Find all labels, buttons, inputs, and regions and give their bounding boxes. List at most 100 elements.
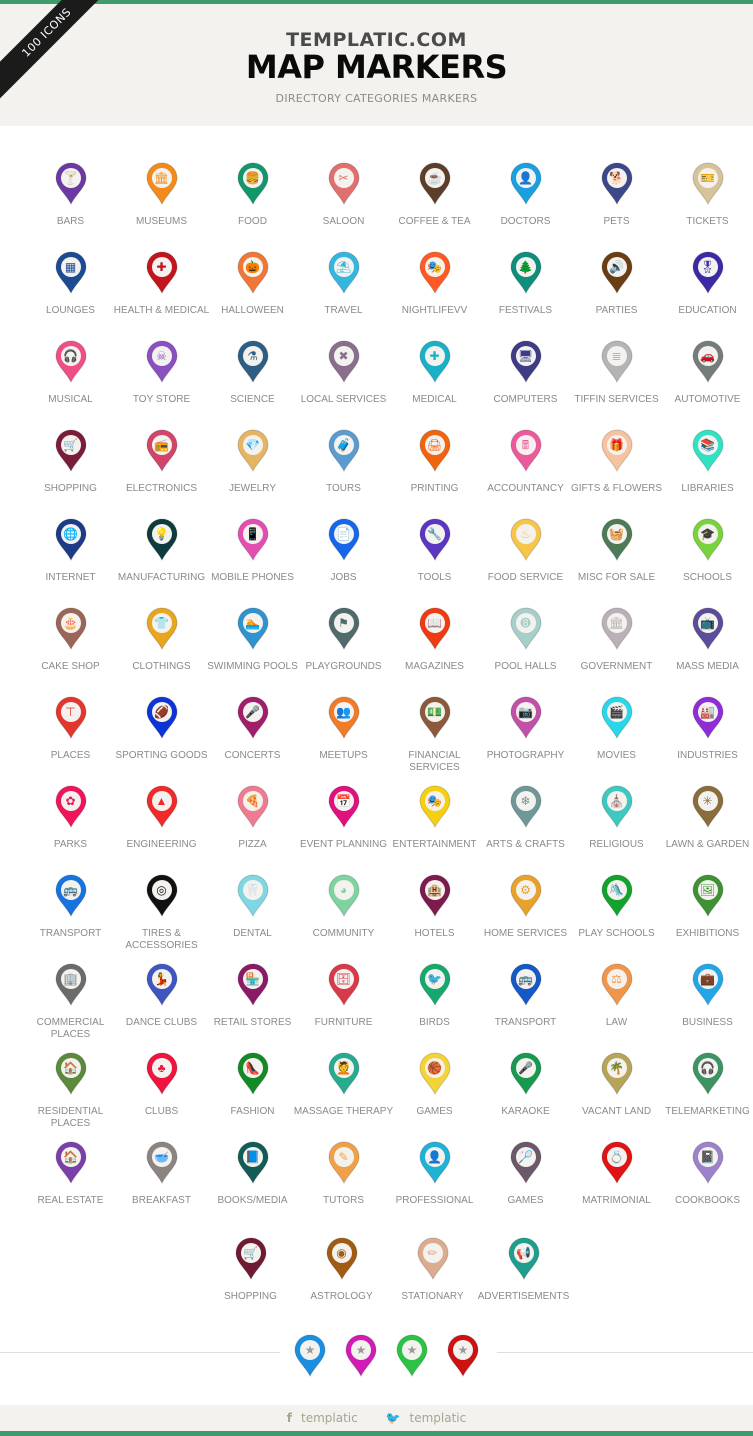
marker-item[interactable]: 🖩 ACCOUNTANCY bbox=[480, 425, 571, 514]
marker-item[interactable]: 🍸 BARS bbox=[25, 158, 116, 247]
marker-item[interactable]: 👥 MEETUPS bbox=[298, 692, 389, 781]
marker-item[interactable]: ⚑ PLAYGROUNDS bbox=[298, 603, 389, 692]
marker-item[interactable]: 🏛 MUSEUMS bbox=[116, 158, 207, 247]
marker-item[interactable]: ▲ ENGINEERING bbox=[116, 781, 207, 870]
marker-item[interactable]: ✚ HEALTH & MEDICAL bbox=[114, 247, 209, 336]
marker-item[interactable]: 🧳 TOURS bbox=[298, 425, 389, 514]
marker-item[interactable]: 🛒 SHOPPING bbox=[25, 425, 116, 514]
marker-item[interactable]: ▦ LOUNGES bbox=[25, 247, 116, 336]
marker-item[interactable]: 💵 FINANCIAL SERVICES bbox=[389, 692, 480, 781]
marker-item[interactable]: 🏢 COMMERCIAL PLACES bbox=[25, 959, 116, 1048]
marker-item[interactable]: 🎧 TELEMARKETING bbox=[662, 1048, 753, 1137]
marker-item[interactable]: ✖ LOCAL SERVICES bbox=[298, 336, 389, 425]
marker-item[interactable]: ☕ COFFEE & TEA bbox=[389, 158, 480, 247]
marker-item[interactable]: 🎃 HALLOWEEN bbox=[207, 247, 298, 336]
marker-item[interactable]: 🏸 GAMES bbox=[480, 1137, 571, 1226]
marker-item[interactable]: 🏊 SWIMMING POOLS bbox=[207, 603, 298, 692]
marker-item[interactable]: 🗄 FURNITURE bbox=[298, 959, 389, 1048]
sample-pin[interactable]: ★ bbox=[344, 1333, 378, 1377]
marker-item[interactable]: 🥣 BREAKFAST bbox=[116, 1137, 207, 1226]
marker-item[interactable]: ⚙ HOME SERVICES bbox=[480, 870, 571, 959]
marker-item[interactable]: 📱 MOBILE PHONES bbox=[207, 514, 298, 603]
marker-item[interactable]: 🎭 ENTERTAINMENT bbox=[389, 781, 480, 870]
sample-pin[interactable]: ★ bbox=[293, 1333, 327, 1377]
marker-item[interactable]: ☠ TOY STORE bbox=[116, 336, 207, 425]
marker-item[interactable]: ➑ POOL HALLS bbox=[480, 603, 571, 692]
marker-item[interactable]: 🎖 EDUCATION bbox=[662, 247, 753, 336]
marker-item[interactable]: 🏠 REAL ESTATE bbox=[25, 1137, 116, 1226]
marker-item[interactable]: 🎭 NIGHTLIFEVV bbox=[389, 247, 480, 336]
marker-item[interactable]: 🎁 GIFTS & FLOWERS bbox=[571, 425, 662, 514]
marker-item[interactable]: 👤 DOCTORS bbox=[480, 158, 571, 247]
marker-item[interactable]: 📺 MASS MEDIA bbox=[662, 603, 753, 692]
marker-item[interactable]: 💼 BUSINESS bbox=[662, 959, 753, 1048]
marker-item[interactable]: ⊤ PLACES bbox=[25, 692, 116, 781]
marker-item[interactable]: 📷 PHOTOGRAPHY bbox=[480, 692, 571, 781]
marker-item[interactable]: ✂ SALOON bbox=[298, 158, 389, 247]
marker-item[interactable]: 📓 COOKBOOKS bbox=[662, 1137, 753, 1226]
marker-item[interactable]: 👤 PROFESSIONAL bbox=[389, 1137, 480, 1226]
marker-item[interactable]: 🧺 MISC FOR SALE bbox=[571, 514, 662, 603]
marker-item[interactable]: 🔧 TOOLS bbox=[389, 514, 480, 603]
marker-item[interactable]: ✎ TUTORS bbox=[298, 1137, 389, 1226]
marker-item[interactable]: 🚌 TRANSPORT bbox=[25, 870, 116, 959]
marker-item[interactable]: 🏪 RETAIL STORES bbox=[207, 959, 298, 1048]
marker-item[interactable]: ⛱ TRAVEL bbox=[298, 247, 389, 336]
marker-item[interactable]: 📘 BOOKS/MEDIA bbox=[207, 1137, 298, 1226]
marker-item[interactable]: ♨ FOOD SERVICE bbox=[480, 514, 571, 603]
marker-item[interactable]: 🏛 GOVERNMENT bbox=[571, 603, 662, 692]
marker-item[interactable]: 🌲 FESTIVALS bbox=[480, 247, 571, 336]
sample-pin[interactable]: ★ bbox=[446, 1333, 480, 1377]
marker-item[interactable]: ✳ LAWN & GARDEN bbox=[662, 781, 753, 870]
marker-item[interactable]: ⚗ SCIENCE bbox=[207, 336, 298, 425]
marker-item[interactable]: ⚖ LAW bbox=[571, 959, 662, 1048]
marker-item[interactable]: 👠 FASHION bbox=[207, 1048, 298, 1137]
marker-item[interactable]: 💍 MATRIMONIAL bbox=[571, 1137, 662, 1226]
marker-item[interactable]: 🎤 CONCERTS bbox=[207, 692, 298, 781]
marker-item[interactable]: 🖼 EXHIBITIONS bbox=[662, 870, 753, 959]
marker-item[interactable]: 🏈 SPORTING GOODS bbox=[115, 692, 208, 781]
marker-item[interactable]: 🎧 MUSICAL bbox=[25, 336, 116, 425]
marker-item[interactable]: 💡 MANUFACTURING bbox=[116, 514, 207, 603]
marker-item[interactable]: 💃 DANCE CLUBS bbox=[116, 959, 207, 1048]
marker-item[interactable]: 🎓 SCHOOLS bbox=[662, 514, 753, 603]
marker-item[interactable]: ❄ ARTS & CRAFTS bbox=[480, 781, 571, 870]
marker-item[interactable]: 🎂 CAKE SHOP bbox=[25, 603, 116, 692]
marker-item[interactable]: 🖨 PRINTING bbox=[389, 425, 480, 514]
marker-item[interactable]: ✿ PARKS bbox=[25, 781, 116, 870]
marker-item[interactable]: 🍕 PIZZA bbox=[207, 781, 298, 870]
marker-item[interactable]: 💆 MASSAGE THERAPY bbox=[294, 1048, 393, 1137]
marker-item[interactable]: 🚗 AUTOMOTIVE bbox=[662, 336, 753, 425]
marker-item[interactable]: 🦷 DENTAL bbox=[207, 870, 298, 959]
marker-item[interactable]: 🌴 VACANT LAND bbox=[571, 1048, 662, 1137]
marker-item[interactable]: 🛝 PLAY SCHOOLS bbox=[571, 870, 662, 959]
marker-item[interactable]: 📻 ELECTRONICS bbox=[116, 425, 207, 514]
sample-pin[interactable]: ★ bbox=[395, 1333, 429, 1377]
marker-item[interactable]: ◕ COMMUNITY bbox=[298, 870, 389, 959]
marker-item[interactable]: 🏠 RESIDENTIAL PLACES bbox=[25, 1048, 116, 1137]
marker-item[interactable]: 🍔 FOOD bbox=[207, 158, 298, 247]
marker-item[interactable]: ♣ CLUBS bbox=[116, 1048, 207, 1137]
marker-item[interactable]: 🎤 KARAOKE bbox=[480, 1048, 571, 1137]
facebook-link[interactable]: f templatic bbox=[281, 1411, 368, 1425]
twitter-link[interactable]: 🐦 templatic bbox=[380, 1411, 473, 1425]
marker-item[interactable]: 🖥 COMPUTERS bbox=[480, 336, 571, 425]
marker-item[interactable]: 📅 EVENT PLANNING bbox=[298, 781, 389, 870]
marker-item[interactable]: ◎ TIRES & ACCESSORIES bbox=[116, 870, 207, 959]
marker-item[interactable]: 📖 MAGAZINES bbox=[389, 603, 480, 692]
marker-item[interactable]: ≣ TIFFIN SERVICES bbox=[571, 336, 662, 425]
marker-item[interactable]: 📚 LIBRARIES bbox=[662, 425, 753, 514]
marker-item[interactable]: 🏀 GAMES bbox=[389, 1048, 480, 1137]
marker-item[interactable]: 🚌 TRANSPORT bbox=[480, 959, 571, 1048]
marker-item[interactable]: 🐕 PETS bbox=[571, 158, 662, 247]
marker-item[interactable]: 🏨 HOTELS bbox=[389, 870, 480, 959]
marker-item[interactable]: ✚ MEDICAL bbox=[389, 336, 480, 425]
marker-item[interactable]: ⛪ RELIGIOUS bbox=[571, 781, 662, 870]
marker-item[interactable]: 🐦 BIRDS bbox=[389, 959, 480, 1048]
marker-item[interactable]: 🔊 PARTIES bbox=[571, 247, 662, 336]
marker-item[interactable]: 🏭 INDUSTRIES bbox=[662, 692, 753, 781]
marker-item[interactable]: 🎬 MOVIES bbox=[571, 692, 662, 781]
marker-item[interactable]: 🌐 INTERNET bbox=[25, 514, 116, 603]
marker-item[interactable]: 👕 CLOTHINGS bbox=[116, 603, 207, 692]
marker-item[interactable]: 📄 JOBS bbox=[298, 514, 389, 603]
